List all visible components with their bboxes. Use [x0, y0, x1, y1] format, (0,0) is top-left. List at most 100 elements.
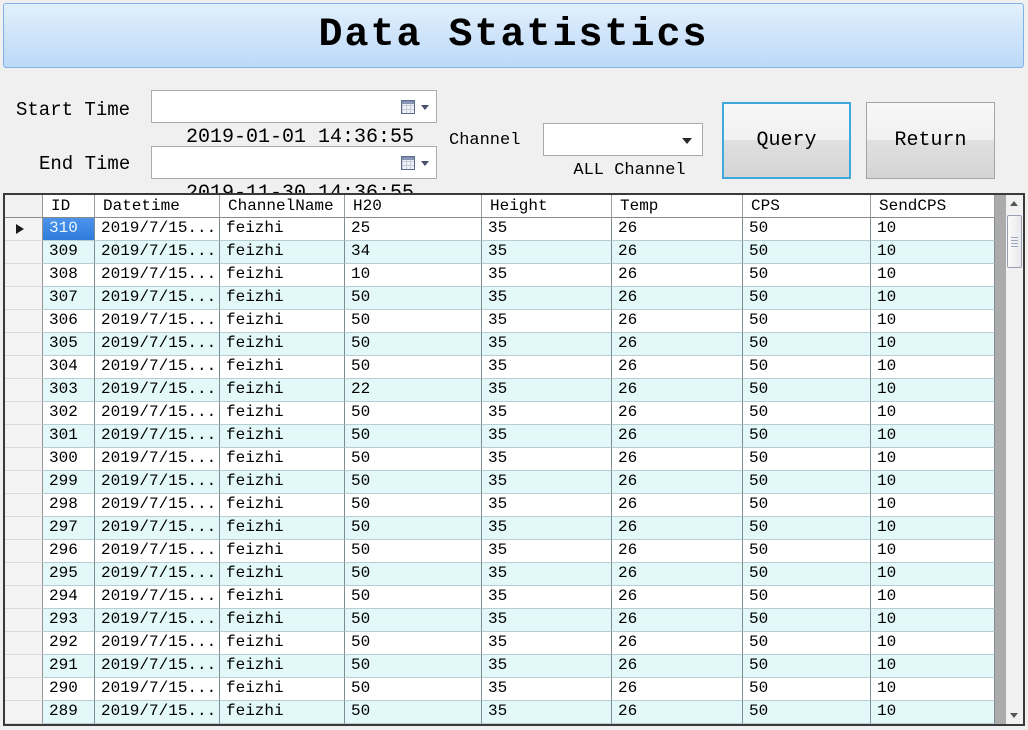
cell-temp[interactable]: 26 — [612, 632, 743, 655]
cell-height[interactable]: 35 — [482, 655, 612, 678]
cell-sendcps[interactable]: 10 — [871, 425, 995, 448]
cell-sendcps[interactable]: 10 — [871, 632, 995, 655]
cell-sendcps[interactable]: 10 — [871, 448, 995, 471]
cell-cps[interactable]: 50 — [743, 425, 871, 448]
return-button[interactable]: Return — [866, 102, 995, 179]
cell-temp[interactable]: 26 — [612, 287, 743, 310]
cell-channelname[interactable]: feizhi — [220, 609, 345, 632]
cell-height[interactable]: 35 — [482, 402, 612, 425]
table-row[interactable]: 292 2019/7/15... feizhi 50 35 26 50 10 — [5, 632, 1006, 655]
cell-cps[interactable]: 50 — [743, 471, 871, 494]
cell-h20[interactable]: 50 — [345, 402, 482, 425]
cell-datetime[interactable]: 2019/7/15... — [95, 471, 220, 494]
cell-channelname[interactable]: feizhi — [220, 425, 345, 448]
cell-height[interactable]: 35 — [482, 586, 612, 609]
cell-sendcps[interactable]: 10 — [871, 563, 995, 586]
grid-corner-cell[interactable] — [5, 195, 43, 218]
start-time-picker[interactable] — [401, 100, 429, 115]
cell-id[interactable]: 304 — [43, 356, 95, 379]
cell-id[interactable]: 290 — [43, 678, 95, 701]
cell-cps[interactable]: 50 — [743, 402, 871, 425]
row-header[interactable] — [5, 333, 43, 356]
cell-datetime[interactable]: 2019/7/15... — [95, 678, 220, 701]
cell-datetime[interactable]: 2019/7/15... — [95, 264, 220, 287]
cell-temp[interactable]: 26 — [612, 494, 743, 517]
cell-temp[interactable]: 26 — [612, 218, 743, 241]
cell-sendcps[interactable]: 10 — [871, 356, 995, 379]
cell-h20[interactable]: 50 — [345, 701, 482, 724]
cell-channelname[interactable]: feizhi — [220, 678, 345, 701]
row-header[interactable] — [5, 632, 43, 655]
cell-h20[interactable]: 50 — [345, 448, 482, 471]
row-header[interactable] — [5, 241, 43, 264]
cell-channelname[interactable]: feizhi — [220, 379, 345, 402]
row-header[interactable] — [5, 540, 43, 563]
cell-datetime[interactable]: 2019/7/15... — [95, 310, 220, 333]
row-header[interactable] — [5, 563, 43, 586]
column-header-h20[interactable]: H20 — [345, 195, 482, 218]
cell-temp[interactable]: 26 — [612, 310, 743, 333]
cell-height[interactable]: 35 — [482, 632, 612, 655]
cell-sendcps[interactable]: 10 — [871, 586, 995, 609]
cell-cps[interactable]: 50 — [743, 632, 871, 655]
row-header[interactable] — [5, 517, 43, 540]
cell-sendcps[interactable]: 10 — [871, 333, 995, 356]
table-row[interactable]: 305 2019/7/15... feizhi 50 35 26 50 10 — [5, 333, 1006, 356]
cell-id[interactable]: 298 — [43, 494, 95, 517]
table-row[interactable]: 293 2019/7/15... feizhi 50 35 26 50 10 — [5, 609, 1006, 632]
row-header[interactable] — [5, 218, 43, 241]
cell-cps[interactable]: 50 — [743, 287, 871, 310]
cell-datetime[interactable]: 2019/7/15... — [95, 448, 220, 471]
row-header[interactable] — [5, 264, 43, 287]
row-header[interactable] — [5, 655, 43, 678]
cell-temp[interactable]: 26 — [612, 425, 743, 448]
row-header[interactable] — [5, 402, 43, 425]
cell-cps[interactable]: 50 — [743, 517, 871, 540]
table-row[interactable]: 303 2019/7/15... feizhi 22 35 26 50 10 — [5, 379, 1006, 402]
cell-height[interactable]: 35 — [482, 333, 612, 356]
cell-temp[interactable]: 26 — [612, 701, 743, 724]
query-button[interactable]: Query — [722, 102, 851, 179]
cell-id[interactable]: 299 — [43, 471, 95, 494]
cell-temp[interactable]: 26 — [612, 333, 743, 356]
cell-channelname[interactable]: feizhi — [220, 540, 345, 563]
cell-channelname[interactable]: feizhi — [220, 586, 345, 609]
cell-h20[interactable]: 50 — [345, 540, 482, 563]
cell-id[interactable]: 293 — [43, 609, 95, 632]
cell-cps[interactable]: 50 — [743, 356, 871, 379]
cell-datetime[interactable]: 2019/7/15... — [95, 333, 220, 356]
cell-cps[interactable]: 50 — [743, 218, 871, 241]
cell-sendcps[interactable]: 10 — [871, 264, 995, 287]
row-header[interactable] — [5, 678, 43, 701]
scroll-down-button[interactable] — [1006, 707, 1023, 724]
cell-datetime[interactable]: 2019/7/15... — [95, 586, 220, 609]
cell-cps[interactable]: 50 — [743, 678, 871, 701]
cell-h20[interactable]: 50 — [345, 287, 482, 310]
cell-datetime[interactable]: 2019/7/15... — [95, 494, 220, 517]
table-row[interactable]: 300 2019/7/15... feizhi 50 35 26 50 10 — [5, 448, 1006, 471]
table-row[interactable]: 308 2019/7/15... feizhi 10 35 26 50 10 — [5, 264, 1006, 287]
cell-height[interactable]: 35 — [482, 540, 612, 563]
table-row[interactable]: 295 2019/7/15... feizhi 50 35 26 50 10 — [5, 563, 1006, 586]
cell-temp[interactable]: 26 — [612, 471, 743, 494]
cell-sendcps[interactable]: 10 — [871, 609, 995, 632]
cell-temp[interactable]: 26 — [612, 264, 743, 287]
row-header[interactable] — [5, 379, 43, 402]
row-header[interactable] — [5, 494, 43, 517]
cell-temp[interactable]: 26 — [612, 586, 743, 609]
table-row[interactable]: 297 2019/7/15... feizhi 50 35 26 50 10 — [5, 517, 1006, 540]
cell-datetime[interactable]: 2019/7/15... — [95, 563, 220, 586]
cell-channelname[interactable]: feizhi — [220, 632, 345, 655]
cell-sendcps[interactable]: 10 — [871, 379, 995, 402]
table-row[interactable]: 307 2019/7/15... feizhi 50 35 26 50 10 — [5, 287, 1006, 310]
cell-sendcps[interactable]: 10 — [871, 287, 995, 310]
cell-h20[interactable]: 50 — [345, 310, 482, 333]
cell-height[interactable]: 35 — [482, 264, 612, 287]
cell-channelname[interactable]: feizhi — [220, 517, 345, 540]
cell-sendcps[interactable]: 10 — [871, 655, 995, 678]
cell-temp[interactable]: 26 — [612, 655, 743, 678]
table-row[interactable]: 298 2019/7/15... feizhi 50 35 26 50 10 — [5, 494, 1006, 517]
cell-channelname[interactable]: feizhi — [220, 241, 345, 264]
cell-id[interactable]: 296 — [43, 540, 95, 563]
cell-cps[interactable]: 50 — [743, 448, 871, 471]
